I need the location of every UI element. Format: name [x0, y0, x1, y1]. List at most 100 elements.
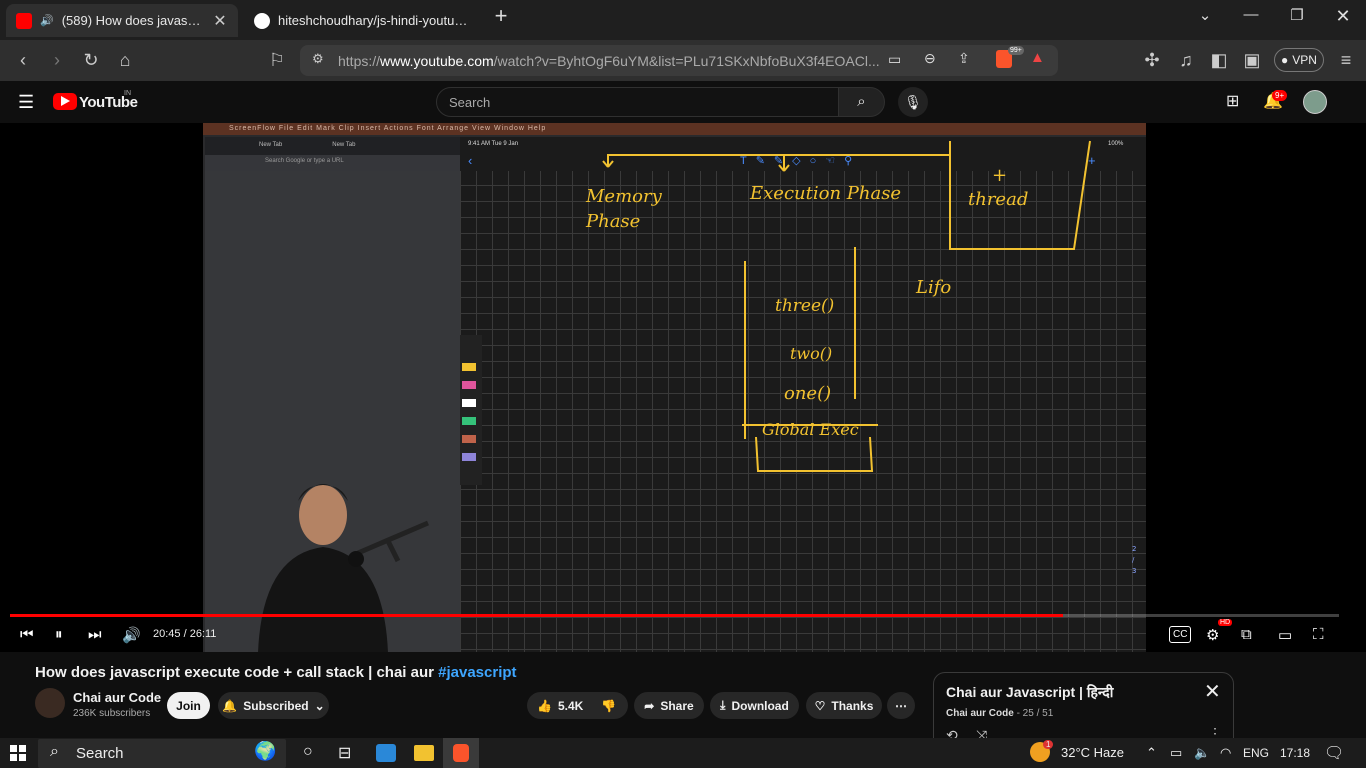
next-video-icon[interactable]: ⏭ [88, 626, 102, 646]
restore-button[interactable]: ❐ [1282, 6, 1312, 26]
share-button[interactable]: ➦ Share [634, 692, 704, 719]
captions-button[interactable]: CC [1169, 626, 1192, 643]
tab-title: (589) How does javascript exe [61, 13, 204, 28]
brave-taskbar-button[interactable] [443, 738, 479, 768]
tab-list-chevron-icon[interactable]: ⌄ [1190, 6, 1220, 26]
like-icon[interactable]: 👍 [537, 699, 552, 713]
wifi-icon[interactable]: ◠ [1220, 745, 1231, 761]
ipad-notes-canvas: 9:41 AM Tue 9 Jan 100% ‹ T✎✎◇○☜⚲ + Memor… [460, 137, 1146, 652]
close-window-button[interactable]: ✕ [1328, 6, 1358, 26]
wallet-icon[interactable]: ▣ [1240, 49, 1264, 71]
video-title: How does javascript execute code + call … [35, 664, 517, 681]
vpn-dot-icon: ● [1281, 53, 1289, 67]
battery-icon[interactable]: ▭ [1170, 745, 1182, 761]
new-tab-button[interactable]: + [486, 3, 516, 28]
tab-youtube[interactable]: 🔊 (589) How does javascript exe ✕ [6, 4, 238, 37]
tray-chevron-up-icon[interactable]: ⌃ [1146, 745, 1157, 761]
address-bar[interactable]: ⚙ https://www.youtube.com/watch?v=ByhtOg… [300, 45, 1058, 76]
extensions-icon[interactable]: ✣ [1140, 49, 1164, 71]
weather-text[interactable]: 32°C Haze [1061, 745, 1124, 760]
subscribed-label: Subscribed [243, 698, 309, 713]
tab-github[interactable]: hiteshchoudhary/js-hindi-youtube: A [244, 4, 480, 37]
youtube-favicon-icon [16, 12, 32, 29]
chevron-down-icon: ⌄ [314, 698, 325, 713]
menu-icon[interactable]: ≡ [1334, 49, 1358, 71]
windows-start-icon[interactable] [10, 745, 26, 761]
video-player[interactable]: ScreenFlow File Edit Mark Clip Insert Ac… [0, 123, 1366, 652]
ink-thread: thread [968, 189, 1028, 210]
page-indicator: / [1132, 556, 1135, 564]
settings-gear-icon[interactable]: ⚙ [1206, 626, 1219, 646]
minimize-button[interactable]: — [1236, 6, 1266, 26]
hashtag-link[interactable]: #javascript [438, 664, 516, 681]
youtube-logo-icon[interactable] [53, 93, 77, 110]
reload-button[interactable]: ↻ [79, 49, 103, 71]
thanks-label: Thanks [831, 698, 874, 713]
brave-rewards-icon[interactable]: ▲ [1030, 49, 1045, 66]
playlist-title[interactable]: Chai aur Javascript | हिन्दी [946, 683, 1221, 702]
voice-search-mic-icon[interactable]: 🎙 [898, 87, 928, 117]
clock[interactable]: 17:18 [1280, 746, 1310, 760]
hamburger-menu-icon[interactable]: ☰ [18, 92, 34, 113]
windows-taskbar: ⌕ Search 🌍 ○ ⊟ 1 32°C Haze ⌃ ▭ 🔈 ◠ ENG 1… [0, 738, 1366, 768]
subscriber-count: 236K subscribers [73, 708, 151, 719]
search-input[interactable]: Search [436, 87, 839, 117]
share-icon[interactable]: ⇪ [958, 50, 970, 67]
site-settings-icon[interactable]: ⚙ [312, 51, 324, 67]
url-host: www.youtube.com [380, 52, 494, 69]
video-frame[interactable]: ScreenFlow File Edit Mark Clip Insert Ac… [203, 123, 1146, 652]
taskbar-search[interactable]: ⌕ Search 🌍 [38, 739, 286, 768]
subscribed-button[interactable]: 🔔 Subscribed ⌄ [218, 692, 329, 719]
back-button[interactable]: ‹ [11, 49, 35, 71]
task-view-icon[interactable]: ⊟ [338, 743, 351, 763]
join-button[interactable]: Join [167, 692, 210, 719]
vscode-icon[interactable] [376, 744, 396, 762]
account-avatar[interactable] [1303, 90, 1327, 114]
sidebar-icon[interactable]: ◧ [1207, 49, 1231, 71]
download-button[interactable]: ⤓ Download [710, 692, 799, 719]
mac-menu-bar: ScreenFlow File Edit Mark Clip Insert Ac… [203, 123, 1146, 135]
notification-center-icon[interactable]: 🗨 [1324, 743, 1344, 763]
file-explorer-icon[interactable] [414, 745, 434, 761]
bookmark-icon[interactable]: ⚐ [265, 49, 289, 71]
presenter-webcam [258, 484, 429, 652]
pause-icon[interactable]: ⏸ [55, 626, 63, 646]
volume-icon[interactable]: 🔊 [122, 626, 141, 646]
thanks-button[interactable]: ♡ Thanks [806, 692, 882, 719]
theater-mode-icon[interactable]: ▭ [1278, 626, 1292, 646]
forward-button[interactable]: › [45, 49, 69, 71]
media-icon[interactable]: ♫ [1174, 49, 1198, 71]
progress-bar[interactable] [10, 614, 1339, 617]
vpn-button[interactable]: ● VPN [1274, 48, 1324, 72]
miniplayer-icon[interactable]: ⧉ [1241, 626, 1252, 646]
create-video-icon[interactable]: ⊞ [1226, 91, 1239, 111]
page-indicator: 3 [1132, 567, 1136, 575]
dislike-icon[interactable]: 👎 [601, 699, 616, 713]
search-button[interactable]: ⌕ [838, 87, 885, 117]
task-view-circle-icon[interactable]: ○ [303, 743, 313, 761]
channel-avatar[interactable] [35, 688, 65, 718]
close-playlist-icon[interactable]: ✕ [1204, 679, 1221, 704]
ink-phase: Phase [585, 211, 640, 232]
close-tab-icon[interactable]: ✕ [212, 11, 228, 31]
home-button[interactable]: ⌂ [113, 49, 137, 71]
notification-badge: 9+ [1272, 90, 1288, 101]
playlist-channel[interactable]: Chai aur Code [946, 708, 1014, 719]
zoom-icon[interactable]: ⊖ [924, 50, 936, 67]
previous-video-icon[interactable]: ⏮ [20, 626, 34, 646]
language-indicator[interactable]: ENG [1243, 746, 1269, 760]
channel-name[interactable]: Chai aur Code [73, 690, 161, 705]
ink-memory: Memory [585, 186, 663, 207]
browser-toolbar: ‹ › ↻ ⌂ ⚐ ⚙ https://www.youtube.com/watc… [0, 40, 1366, 81]
download-icon: ⤓ [720, 698, 726, 712]
search-icon: ⌕ [50, 743, 59, 760]
progress-fill [10, 614, 1063, 617]
volume-tray-icon[interactable]: 🔈 [1194, 745, 1210, 761]
youtube-header: ☰ YouTube IN Search ⌕ 🎙 ⊞ 🔔 9+ [0, 81, 1366, 123]
ink-one: one() [784, 383, 831, 404]
more-actions-button[interactable]: ⋯ [887, 692, 915, 719]
like-count[interactable]: 5.4K [558, 699, 583, 713]
fullscreen-icon[interactable]: ⛶ [1313, 626, 1324, 646]
cast-icon[interactable]: ▭ [888, 51, 901, 68]
ink-execution-phase: Execution Phase [749, 183, 901, 204]
